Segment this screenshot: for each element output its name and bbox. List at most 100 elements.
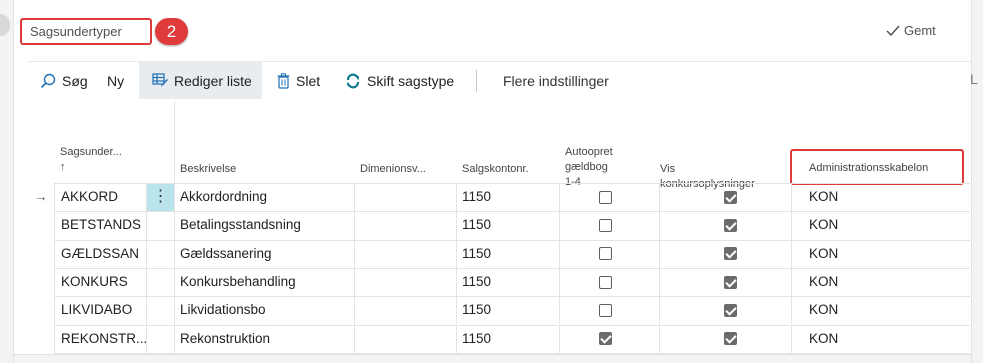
search-label: Søg: [62, 72, 88, 89]
cell-code[interactable]: AKKORD: [61, 189, 118, 205]
callout-badge: 2: [155, 18, 188, 45]
column-divider: [174, 239, 175, 268]
column-divider: [791, 324, 792, 353]
column-divider: [146, 239, 147, 268]
column-divider: [791, 183, 792, 212]
cell-code[interactable]: REKONSTR...: [61, 331, 147, 347]
column-header-admin[interactable]: Administrationsskabelon: [809, 161, 928, 176]
column-divider: [456, 211, 457, 240]
column-divider: [354, 324, 355, 353]
row-divider: [54, 211, 970, 213]
column-divider: [559, 239, 560, 268]
cell-admin-template[interactable]: KON: [809, 217, 838, 233]
column-divider: [146, 211, 147, 240]
column-divider: [174, 296, 175, 325]
cell-description[interactable]: Likvidationsbo: [180, 302, 266, 318]
row-divider: [54, 296, 970, 298]
cell-account[interactable]: 1150: [462, 246, 491, 262]
vis-checkbox[interactable]: [724, 275, 737, 289]
toolbar-overflow-label[interactable]: L: [970, 71, 978, 87]
column-divider: [559, 296, 560, 325]
column-header-sub-label: Sagsunder...: [60, 146, 122, 158]
right-panel-edge: [971, 0, 983, 363]
column-header-sub[interactable]: Sagsunder... ↑: [60, 145, 122, 175]
table-row[interactable]: BETSTANDS Betalingsstandsning 1150 KON: [28, 211, 970, 240]
column-divider: [354, 296, 355, 325]
more-settings-button[interactable]: Flere indstillinger: [503, 62, 609, 99]
column-divider: [456, 296, 457, 325]
table-row[interactable]: GÆLDSSAN Gældssanering 1150 KON: [28, 239, 970, 268]
cell-admin-template[interactable]: KON: [809, 274, 838, 290]
column-divider: [54, 296, 55, 325]
column-divider: [174, 267, 175, 297]
column-divider: [354, 183, 355, 212]
cell-account[interactable]: 1150: [462, 331, 491, 347]
column-divider: [456, 267, 457, 297]
switch-type-button[interactable]: Skift sagstype: [345, 62, 454, 99]
refresh-icon: [346, 73, 360, 88]
column-divider: [559, 211, 560, 240]
cell-description[interactable]: Akkordordning: [180, 189, 267, 205]
cell-description[interactable]: Betalingsstandsning: [180, 217, 301, 233]
cell-code[interactable]: GÆLDSSAN: [61, 246, 139, 262]
column-divider: [659, 239, 660, 268]
cell-description[interactable]: Gældssanering: [180, 246, 272, 262]
row-divider: [54, 239, 970, 241]
cell-account[interactable]: 1150: [462, 217, 491, 233]
row-divider: [54, 352, 970, 354]
cell-description[interactable]: Konkursbehandling: [180, 274, 296, 290]
left-panel-edge: [0, 0, 14, 363]
column-divider: [146, 267, 147, 297]
column-divider: [456, 239, 457, 268]
cell-account[interactable]: 1150: [462, 189, 491, 205]
panel-handle[interactable]: [0, 14, 10, 36]
new-button[interactable]: Ny: [107, 62, 124, 99]
vis-checkbox[interactable]: [724, 247, 737, 261]
cell-description[interactable]: Rekonstruktion: [180, 331, 270, 347]
column-header-account[interactable]: Salgskontonr.: [462, 162, 529, 177]
current-row-arrow-icon: →: [34, 189, 48, 205]
cell-code[interactable]: LIKVIDABO: [61, 302, 132, 318]
row-menu-button[interactable]: ⋮: [147, 184, 174, 211]
autocreate-checkbox[interactable]: [599, 275, 612, 289]
column-divider: [456, 183, 457, 212]
cell-code[interactable]: KONKURS: [61, 274, 128, 290]
delete-button[interactable]: Slet: [277, 62, 320, 99]
saved-label: Gemt: [904, 23, 936, 38]
autocreate-checkbox[interactable]: [599, 247, 612, 261]
cell-admin-template[interactable]: KON: [809, 331, 838, 347]
edit-list-button[interactable]: Rediger liste: [139, 62, 262, 99]
table-row[interactable]: → ⋮ AKKORD Akkordordning 1150 KON: [28, 183, 970, 212]
column-divider: [659, 324, 660, 353]
cell-admin-template[interactable]: KON: [809, 189, 838, 205]
column-divider: [659, 296, 660, 325]
column-divider: [354, 267, 355, 297]
vis-checkbox[interactable]: [724, 332, 737, 346]
cell-account[interactable]: 1150: [462, 274, 491, 290]
trash-icon: [277, 72, 290, 89]
column-header-desc[interactable]: Beskrivelse: [180, 162, 236, 177]
vis-checkbox[interactable]: [724, 190, 737, 204]
cell-account[interactable]: 1150: [462, 302, 491, 318]
vis-checkbox[interactable]: [724, 303, 737, 317]
autocreate-checkbox[interactable]: [599, 218, 612, 232]
autocreate-checkbox[interactable]: [599, 332, 612, 346]
search-button[interactable]: Søg: [40, 62, 88, 99]
delete-label: Slet: [296, 72, 321, 89]
column-divider: [146, 296, 147, 325]
autocreate-checkbox[interactable]: [599, 303, 612, 317]
column-divider: [174, 183, 175, 212]
cell-admin-template[interactable]: KON: [809, 246, 838, 262]
search-icon: [40, 73, 56, 88]
table-row[interactable]: LIKVIDABO Likvidationsbo 1150 KON: [28, 296, 970, 325]
cell-code[interactable]: BETSTANDS: [61, 217, 141, 233]
cell-admin-template[interactable]: KON: [809, 302, 838, 318]
table-row[interactable]: KONKURS Konkursbehandling 1150 KON: [28, 267, 970, 297]
column-divider: [659, 267, 660, 297]
vis-checkbox[interactable]: [724, 218, 737, 232]
column-header-dimension[interactable]: Dimenionsv...: [360, 162, 426, 177]
row-divider: [54, 183, 970, 184]
table-row[interactable]: REKONSTR... Rekonstruktion 1150 KON: [28, 324, 970, 353]
autocreate-checkbox[interactable]: [599, 190, 612, 204]
column-divider: [659, 183, 660, 212]
